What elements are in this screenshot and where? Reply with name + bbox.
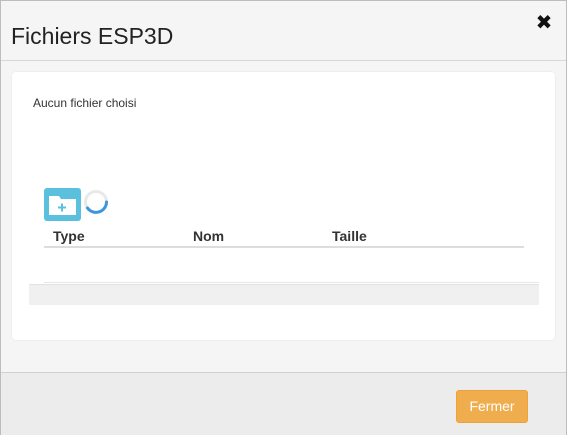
files-panel: Aucun fichier choisi Type Nom Taille	[12, 72, 555, 340]
column-header-size[interactable]: Taille	[332, 228, 367, 244]
files-table: Type Nom Taille	[44, 220, 539, 283]
spinner-icon	[84, 190, 108, 214]
table-header-row: Type Nom Taille	[44, 220, 524, 248]
modal-footer: Fermer	[1, 372, 566, 435]
folder-plus-icon	[49, 196, 76, 215]
modal-title: Fichiers ESP3D	[11, 23, 174, 49]
column-header-name[interactable]: Nom	[193, 228, 224, 244]
files-modal: Fichiers ESP3D ✖ Aucun fichier choisi Ty…	[0, 0, 567, 435]
close-icon[interactable]: ✖	[534, 11, 554, 33]
table-divider	[44, 282, 539, 283]
new-folder-button[interactable]	[44, 188, 81, 221]
close-button[interactable]: Fermer	[456, 390, 528, 423]
table-footer-strip	[29, 284, 539, 305]
column-header-type[interactable]: Type	[53, 228, 85, 244]
modal-header: Fichiers ESP3D ✖	[1, 1, 566, 61]
file-input-status[interactable]: Aucun fichier choisi	[33, 96, 136, 110]
modal-body: Aucun fichier choisi Type Nom Taille	[1, 61, 566, 372]
